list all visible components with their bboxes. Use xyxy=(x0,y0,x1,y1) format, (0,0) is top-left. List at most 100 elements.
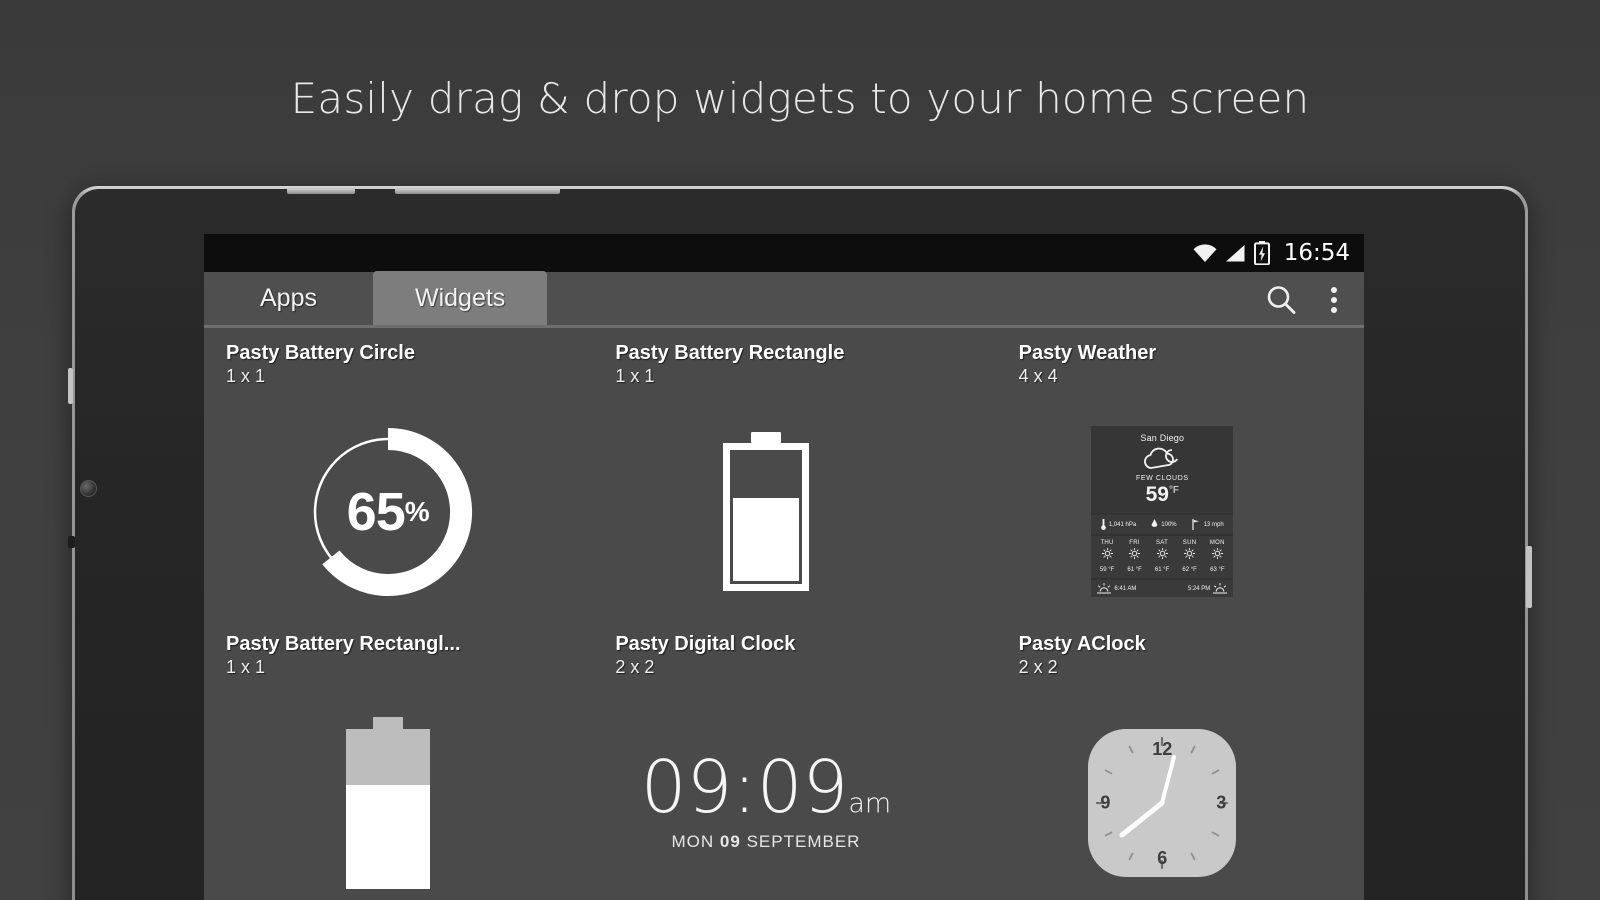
analog-clock-widget: 12 3 6 9 xyxy=(1088,728,1237,877)
status-clock: 16:54 xyxy=(1283,240,1350,266)
widget-preview-weather[interactable]: San Diego FEW CLOUDS 59°F 1,041 hPa 100%… xyxy=(961,394,1364,629)
weather-condition: FEW CLOUDS xyxy=(1135,475,1189,482)
battery-outline-icon xyxy=(722,432,809,591)
humidity-drop-icon xyxy=(1151,519,1158,527)
widget-item-battery-rectangle[interactable]: Pasty Battery Rectangle 1 x 1 xyxy=(571,342,960,633)
status-bar: 16:54 xyxy=(204,234,1364,272)
speaker-slot-left-icon xyxy=(287,189,355,194)
weather-humidity: 100% xyxy=(1151,519,1177,530)
forecast-day: MON 63 °F xyxy=(1210,540,1225,573)
volume-button[interactable] xyxy=(68,368,73,404)
weather-sun-row: 6:41 AM 5:24 PM xyxy=(1091,580,1234,597)
promo-screenshot: Easily drag & drop widgets to your home … xyxy=(0,0,1600,900)
overflow-menu-button[interactable] xyxy=(1322,283,1346,317)
widget-title: Pasty Battery Circle xyxy=(226,342,415,364)
clock-minutes: 09 xyxy=(756,745,849,830)
forecast-day-label: FRI xyxy=(1129,540,1140,546)
overflow-menu-icon xyxy=(1322,283,1346,317)
battery-fill xyxy=(732,497,799,581)
clock-weekday: MON xyxy=(671,831,715,851)
battery-tip xyxy=(750,432,781,443)
battery-fill xyxy=(345,784,430,889)
action-bar: Apps Widgets xyxy=(204,271,1364,328)
battery-circle-gauge: 65% xyxy=(303,427,473,597)
battery-circle-value: 65% xyxy=(303,427,473,597)
battery-solid-icon xyxy=(345,716,430,889)
widget-title: Pasty AClock xyxy=(1018,633,1146,655)
widget-item-analog-clock[interactable]: Pasty AClock 2 x 2 12 3 6 9 xyxy=(961,633,1364,900)
wifi-icon xyxy=(1193,244,1217,262)
forecast-day: THU 59 °F xyxy=(1100,540,1114,573)
tab-apps[interactable]: Apps xyxy=(204,271,373,325)
weather-wind: 13 mph xyxy=(1192,519,1224,530)
widget-preview-analog-clock[interactable]: 12 3 6 9 xyxy=(961,685,1364,900)
widget-preview-digital-clock[interactable]: 09:09am MON 09 SEPTEMBER xyxy=(571,685,960,900)
sun-icon xyxy=(1211,547,1223,560)
widget-title: Pasty Battery Rectangle xyxy=(615,342,845,364)
tab-bar: Apps Widgets xyxy=(204,271,548,325)
widget-preview-battery-solid[interactable] xyxy=(204,685,571,900)
widget-title: Pasty Digital Clock xyxy=(615,633,796,655)
digital-clock-widget: 09:09am MON 09 SEPTEMBER xyxy=(641,751,892,852)
forecast-day-label: MON xyxy=(1209,540,1225,546)
sun-icon xyxy=(1183,547,1196,560)
forecast-day-label: SAT xyxy=(1156,540,1169,546)
promo-headline: Easily drag & drop widgets to your home … xyxy=(290,74,1310,123)
few-clouds-icon xyxy=(1144,447,1179,469)
action-bar-buttons xyxy=(1264,283,1346,317)
sunrise-group: 6:41 AM xyxy=(1097,583,1136,594)
forecast-day: SAT 61 °F xyxy=(1155,540,1169,573)
digital-clock-date: MON 09 SEPTEMBER xyxy=(641,832,891,852)
status-icon-group xyxy=(1192,241,1270,265)
clock-number-3: 3 xyxy=(1216,792,1227,812)
forecast-temp: 61 °F xyxy=(1127,567,1142,573)
battery-body xyxy=(722,443,809,591)
widget-preview-battery-rectangle[interactable] xyxy=(571,394,960,629)
port-slot xyxy=(68,536,75,548)
sunrise-icon xyxy=(1097,583,1112,594)
digital-clock-time: 09:09am xyxy=(641,751,892,823)
clock-number-6: 6 xyxy=(1157,847,1168,868)
weather-widget: San Diego FEW CLOUDS 59°F 1,041 hPa 100%… xyxy=(1091,426,1234,597)
tablet-screen: 16:54 Apps Widgets Pasty Battery Circle … xyxy=(204,234,1364,900)
forecast-temp: 61 °F xyxy=(1154,567,1170,573)
forecast-temp: 62 °F xyxy=(1182,567,1197,573)
widget-size: 1 x 1 xyxy=(226,657,266,677)
weather-temperature: 59°F xyxy=(1095,484,1229,505)
widget-item-battery-circle[interactable]: Pasty Battery Circle 1 x 1 65% xyxy=(204,342,571,633)
widget-size: 2 x 2 xyxy=(615,657,655,677)
tab-widgets[interactable]: Widgets xyxy=(372,271,548,325)
clock-day: 09 xyxy=(719,831,741,851)
battery-tip xyxy=(372,716,403,729)
forecast-day: FRI 61 °F xyxy=(1127,540,1141,573)
widget-size: 2 x 2 xyxy=(1018,657,1058,677)
front-camera-icon xyxy=(80,480,97,497)
weather-humidity-value: 100% xyxy=(1161,521,1177,528)
forecast-day-label: THU xyxy=(1100,540,1114,546)
widget-title: Pasty Weather xyxy=(1018,342,1157,364)
widget-item-digital-clock[interactable]: Pasty Digital Clock 2 x 2 09:09am MON 09… xyxy=(571,633,960,900)
speaker-slot-right-icon xyxy=(395,189,560,194)
search-button[interactable] xyxy=(1264,283,1298,317)
clock-month: SEPTEMBER xyxy=(746,831,861,851)
widget-size: 1 x 1 xyxy=(226,366,266,386)
widget-title: Pasty Battery Rectangl... xyxy=(226,633,461,655)
power-button[interactable] xyxy=(1526,546,1532,608)
widget-item-battery-rectangle-solid[interactable]: Pasty Battery Rectangl... 1 x 1 xyxy=(204,633,571,900)
clock-number-9: 9 xyxy=(1100,792,1111,812)
battery-charging-icon xyxy=(1253,241,1270,265)
clock-minute-hand xyxy=(1160,754,1177,805)
widget-row: Pasty Battery Rectangl... 1 x 1 Pasty Di… xyxy=(204,633,1364,900)
clock-hour-hand xyxy=(1119,800,1165,837)
sun-icon xyxy=(1156,547,1168,560)
widget-size: 4 x 4 xyxy=(1018,366,1058,386)
clock-meridiem: am xyxy=(848,788,892,820)
widget-preview-battery-circle[interactable]: 65% xyxy=(204,394,571,629)
weather-metrics-row: 1,041 hPa 100% 13 mph xyxy=(1091,515,1234,534)
sunset-time: 5:24 PM xyxy=(1187,585,1211,592)
weather-pressure: 1,041 hPa xyxy=(1101,519,1136,530)
signal-icon xyxy=(1225,245,1245,262)
sunrise-time: 6:41 AM xyxy=(1114,585,1137,592)
widget-item-weather[interactable]: Pasty Weather 4 x 4 San Diego FEW CLOUDS xyxy=(961,342,1364,633)
widget-size: 1 x 1 xyxy=(615,366,655,386)
